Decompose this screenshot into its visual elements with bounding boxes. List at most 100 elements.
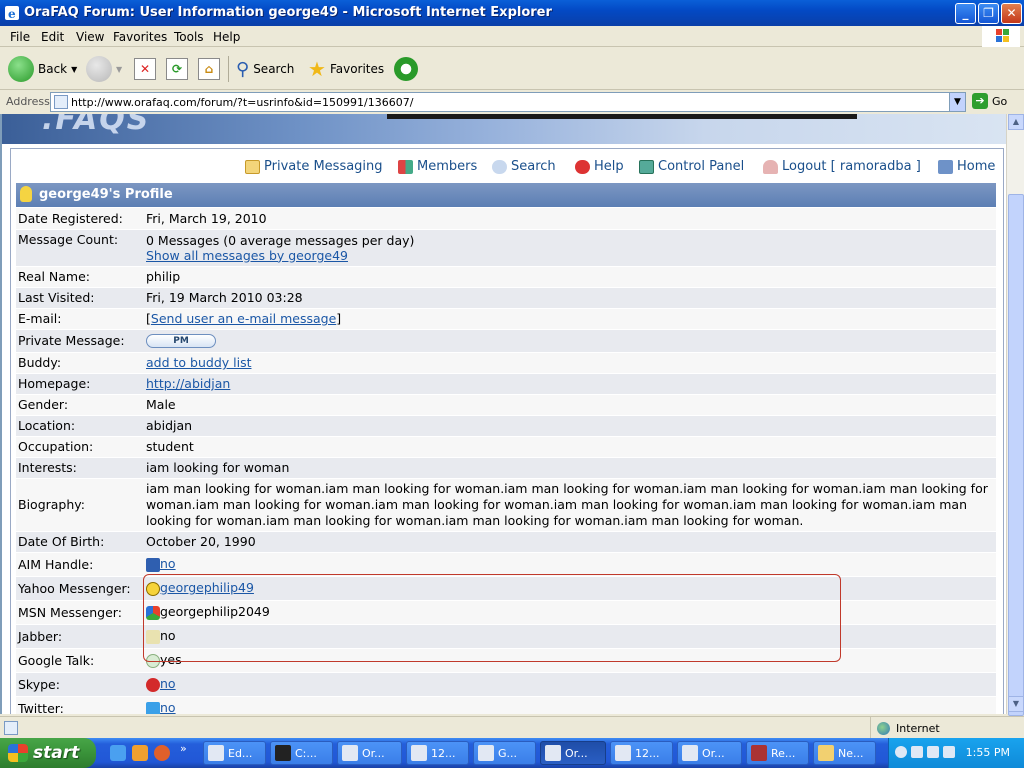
gtalk-value: yes <box>160 652 182 668</box>
scroll-thumb[interactable] <box>1008 194 1024 716</box>
field-label: MSN Messenger: <box>16 600 144 625</box>
yahoo-link[interactable]: georgephilip49 <box>160 580 254 595</box>
site-logo: .FAQS <box>42 114 151 137</box>
taskbar-item[interactable]: 12... <box>610 741 673 765</box>
taskbar-item[interactable]: 12... <box>406 741 469 765</box>
taskbar-item[interactable]: Or... <box>337 741 402 765</box>
home-button[interactable]: ⌂ <box>198 54 220 84</box>
field-label: Date Registered: <box>16 208 144 230</box>
quicklaunch-ie-icon[interactable] <box>110 745 126 761</box>
field-label: Location: <box>16 415 144 437</box>
address-bar: Address http://www.orafaq.com/forum/?t=u… <box>0 91 1024 113</box>
table-row: Twitter: no <box>16 696 996 714</box>
menu-bar: File Edit View Favorites Tools Help <box>0 26 1024 47</box>
interests-value: iam looking for woman <box>144 457 996 479</box>
nav-private-messaging[interactable]: Private Messaging <box>245 159 383 174</box>
go-button[interactable]: ➔ Go <box>972 93 1007 109</box>
nav-search[interactable]: Search <box>492 159 556 174</box>
svg-text:e: e <box>8 7 16 21</box>
quicklaunch-more-icon[interactable]: » <box>180 742 187 755</box>
homepage-link[interactable]: http://abidjan <box>146 376 230 391</box>
favorites-star-icon: ★ <box>308 57 326 81</box>
show-all-messages-link[interactable]: Show all messages by george49 <box>146 248 348 263</box>
google-talk-icon <box>146 653 160 668</box>
menu-help[interactable]: Help <box>213 30 240 44</box>
refresh-button[interactable]: ⟳ <box>166 54 188 84</box>
favorites-button[interactable]: ★ Favorites <box>308 54 384 84</box>
security-zone: Internet <box>870 717 1024 739</box>
profile-title: george49's Profile <box>39 187 173 202</box>
forward-button[interactable]: ▼ <box>86 54 122 84</box>
nav-home[interactable]: Home <box>938 159 995 174</box>
page-content: .FAQS Private Messaging Members Search H… <box>0 114 1006 714</box>
minimize-button[interactable]: _ <box>955 3 976 24</box>
favorites-label: Favorites <box>329 62 385 76</box>
nav-members-label: Members <box>417 159 478 174</box>
search-label: Search <box>253 62 295 76</box>
quicklaunch-firefox-icon[interactable] <box>154 745 170 761</box>
maximize-button[interactable]: ❐ <box>978 3 999 24</box>
table-row: E-mail: [Send user an e-mail message] <box>16 308 996 330</box>
nav-control-panel[interactable]: Control Panel <box>639 159 744 174</box>
back-button[interactable]: Back ▼ <box>8 54 77 84</box>
windows-flag-icon <box>8 744 28 762</box>
stop-button[interactable]: ✕ <box>134 54 156 84</box>
envelope-icon <box>245 159 260 174</box>
logout-person-icon <box>763 159 778 174</box>
tray-network-icon[interactable] <box>911 746 923 758</box>
control-panel-icon <box>639 159 654 174</box>
field-label: Google Talk: <box>16 648 144 673</box>
stop-icon: ✕ <box>134 58 156 80</box>
address-input[interactable]: http://www.orafaq.com/forum/?t=usrinfo&i… <box>50 92 966 112</box>
nav-home-label: Home <box>957 159 996 174</box>
taskbar-item[interactable]: C:... <box>270 741 333 765</box>
twitter-cell: no <box>144 696 996 714</box>
nav-logout[interactable]: Logout [ ramoradba ] <box>763 159 921 174</box>
twitter-link[interactable]: no <box>160 700 176 714</box>
menu-file[interactable]: File <box>10 30 30 44</box>
start-button[interactable]: start <box>0 738 96 768</box>
field-label: Private Message: <box>16 329 144 353</box>
scroll-down-icon[interactable]: ▼ <box>1008 696 1024 712</box>
task-label: 12... <box>431 746 456 760</box>
task-label: Or... <box>565 746 588 760</box>
table-row: Real Name: philip <box>16 266 996 288</box>
menu-favorites[interactable]: Favorites <box>113 30 167 44</box>
nav-help[interactable]: Help <box>575 159 624 174</box>
gtalk-cell: yes <box>144 648 996 673</box>
tray-app-icon[interactable] <box>943 746 955 758</box>
taskbar-item-active[interactable]: Or... <box>540 741 606 765</box>
skype-cell: no <box>144 672 996 697</box>
yahoo-smiley-icon <box>146 581 160 596</box>
site-banner: .FAQS <box>2 114 1006 144</box>
skype-link[interactable]: no <box>160 676 176 691</box>
taskbar-item[interactable]: Re... <box>746 741 809 765</box>
history-button[interactable] <box>394 54 418 84</box>
field-label: Twitter: <box>16 696 144 714</box>
menu-tools[interactable]: Tools <box>174 30 204 44</box>
task-app-icon <box>682 745 698 761</box>
taskbar-item[interactable]: G... <box>473 741 536 765</box>
menu-view[interactable]: View <box>76 30 104 44</box>
taskbar-item[interactable]: Or... <box>677 741 742 765</box>
taskbar-item[interactable]: Ed... <box>203 741 266 765</box>
aim-link[interactable]: no <box>160 556 176 571</box>
menu-edit[interactable]: Edit <box>41 30 64 44</box>
nav-members[interactable]: Members <box>398 159 477 174</box>
pm-button[interactable]: PM <box>146 334 216 349</box>
tray-volume-icon[interactable] <box>927 746 939 758</box>
quicklaunch-media-icon[interactable] <box>132 745 148 761</box>
add-buddy-link[interactable]: add to buddy list <box>146 355 251 370</box>
search-button[interactable]: ⚲ Search <box>236 54 294 84</box>
status-bar: Internet <box>0 716 1024 739</box>
send-email-link[interactable]: Send user an e-mail message <box>151 311 336 326</box>
task-label: Re... <box>771 746 796 760</box>
vertical-scrollbar[interactable]: ▲ ▼ <box>1006 114 1024 716</box>
scroll-up-icon[interactable]: ▲ <box>1008 114 1024 130</box>
field-label: Biography: <box>16 478 144 532</box>
msn-value: georgephilip2049 <box>160 604 270 620</box>
address-dropdown-icon[interactable]: ▼ <box>949 93 965 111</box>
close-button[interactable]: ✕ <box>1001 3 1022 24</box>
taskbar-item[interactable]: Ne... <box>813 741 876 765</box>
tray-expand-icon[interactable] <box>895 746 907 758</box>
